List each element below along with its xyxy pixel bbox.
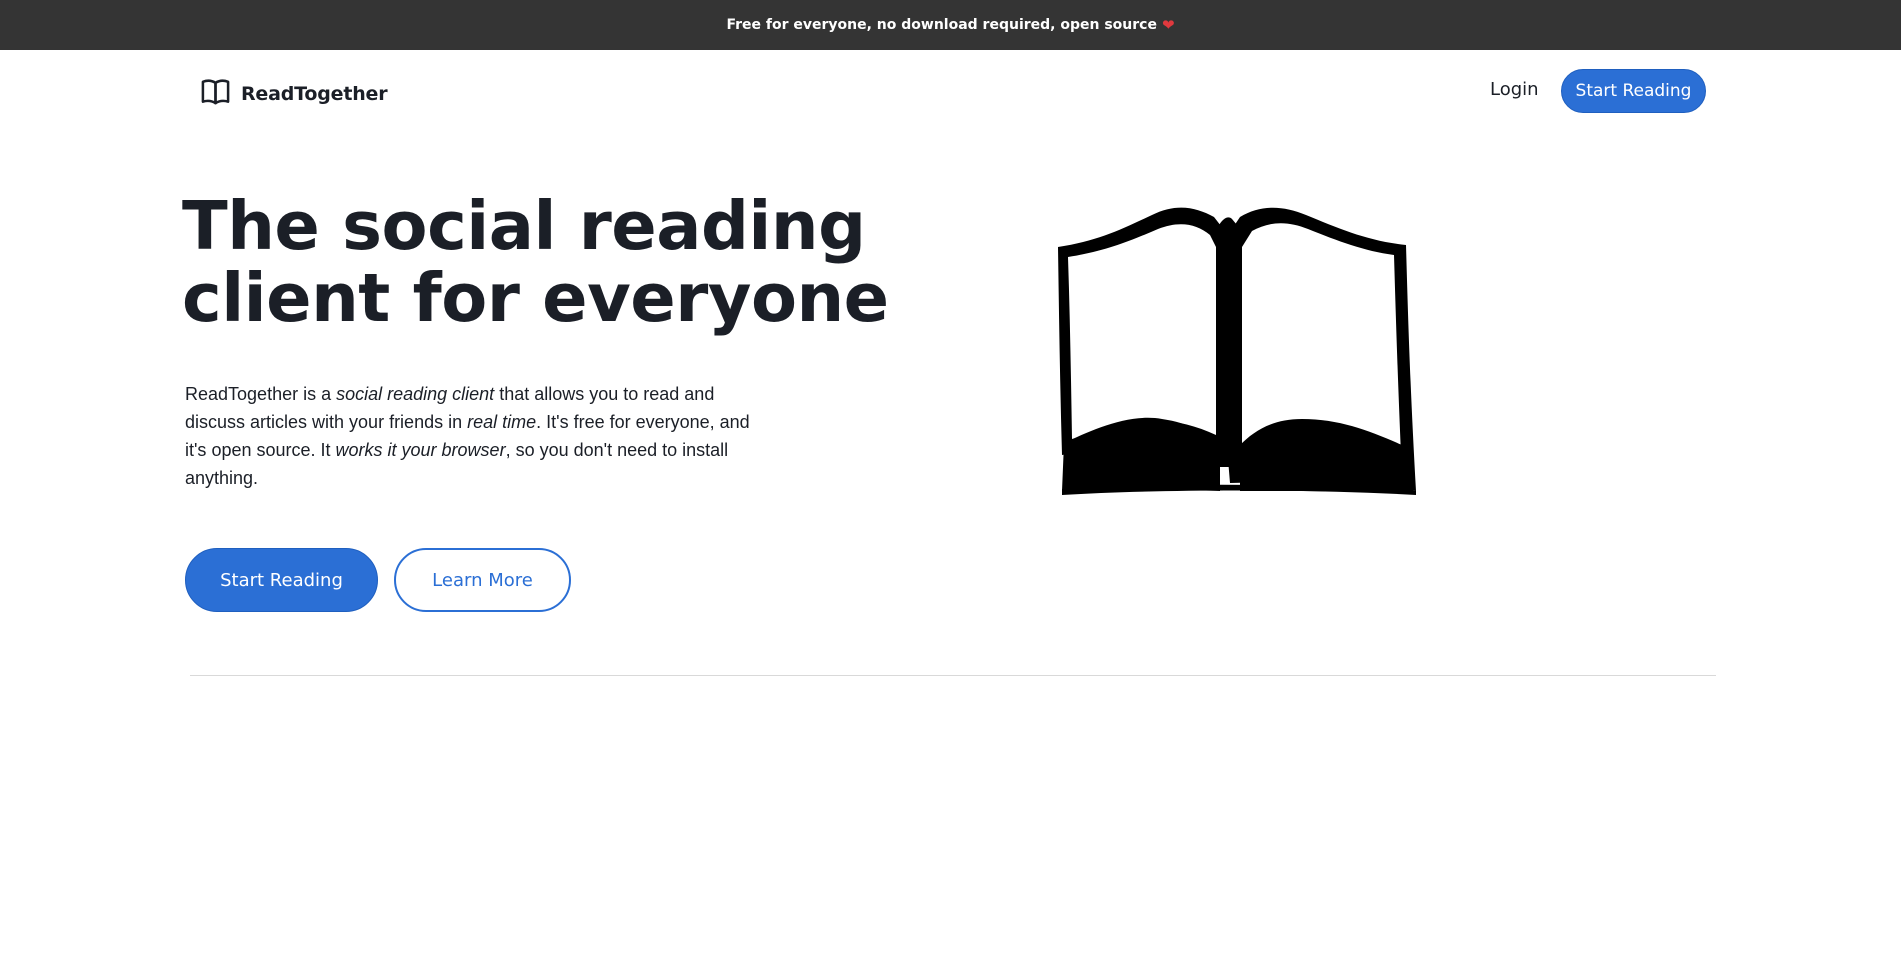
brand-name: ReadTogether — [241, 82, 388, 105]
hero-description: ReadTogether is a social reading client … — [185, 380, 775, 492]
desc-emphasis-1: social reading client — [336, 384, 495, 404]
navbar: ReadTogether Login Start Reading — [0, 50, 1901, 130]
desc-part-1: ReadTogether is a — [185, 384, 337, 404]
hero-title: The social reading client for everyone — [182, 187, 889, 337]
open-book-illustration — [1050, 205, 1420, 495]
brand-link[interactable]: ReadTogether — [200, 76, 388, 111]
desc-emphasis-3: works it your browser — [335, 440, 506, 460]
desc-emphasis-2: real time — [467, 412, 537, 432]
learn-more-button[interactable]: Learn More — [394, 548, 571, 612]
section-divider — [190, 675, 1716, 676]
announcement-text: Free for everyone, no download required,… — [726, 17, 1157, 33]
login-link[interactable]: Login — [1490, 79, 1539, 100]
heart-icon: ❤ — [1161, 16, 1175, 34]
nav-start-reading-button[interactable]: Start Reading — [1561, 69, 1706, 113]
announcement-bar: Free for everyone, no download required,… — [0, 0, 1901, 50]
open-book-icon — [200, 76, 231, 111]
start-reading-button[interactable]: Start Reading — [185, 548, 378, 612]
